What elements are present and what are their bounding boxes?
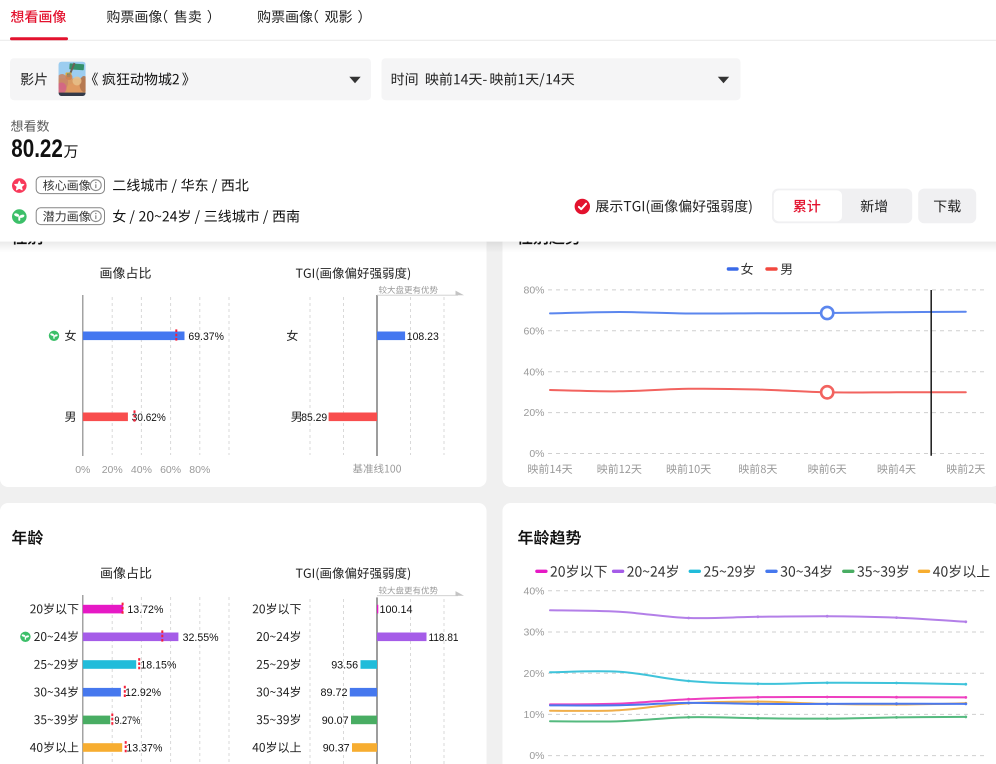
svg-text:20%: 20% xyxy=(523,407,544,419)
svg-text:40%: 40% xyxy=(131,464,152,476)
svg-text:0%: 0% xyxy=(529,750,544,762)
svg-text:40%: 40% xyxy=(523,366,544,378)
svg-text:85.29: 85.29 xyxy=(301,412,327,424)
svg-text:32.55%: 32.55% xyxy=(183,632,219,644)
svg-text:108.23: 108.23 xyxy=(407,331,439,343)
svg-text:89.72: 89.72 xyxy=(321,687,348,699)
svg-text:30.62%: 30.62% xyxy=(132,412,166,424)
svg-text:0%: 0% xyxy=(75,464,90,476)
svg-text:80%: 80% xyxy=(189,464,210,476)
svg-text:0%: 0% xyxy=(529,448,544,460)
svg-text:100.14: 100.14 xyxy=(380,604,413,616)
svg-text:10%: 10% xyxy=(523,709,544,721)
svg-text:90.37: 90.37 xyxy=(323,743,350,755)
svg-text:13.72%: 13.72% xyxy=(127,604,163,616)
svg-text:118.81: 118.81 xyxy=(429,632,459,644)
svg-text:30%: 30% xyxy=(523,627,544,639)
svg-text:40%: 40% xyxy=(523,585,544,597)
svg-text:80.22: 80.22 xyxy=(11,135,63,163)
svg-text:13.37%: 13.37% xyxy=(126,743,162,755)
svg-text:18.15%: 18.15% xyxy=(140,660,176,672)
svg-text:60%: 60% xyxy=(523,325,544,337)
svg-text:60%: 60% xyxy=(160,464,181,476)
svg-text:90.07: 90.07 xyxy=(322,715,349,727)
svg-text:9.27%: 9.27% xyxy=(114,715,140,727)
svg-text:20%: 20% xyxy=(523,668,544,680)
svg-text:93.56: 93.56 xyxy=(331,660,358,672)
svg-text:12.92%: 12.92% xyxy=(125,687,161,699)
svg-text:20%: 20% xyxy=(102,464,123,476)
svg-text:69.37%: 69.37% xyxy=(188,331,224,343)
svg-text:80%: 80% xyxy=(523,285,544,297)
